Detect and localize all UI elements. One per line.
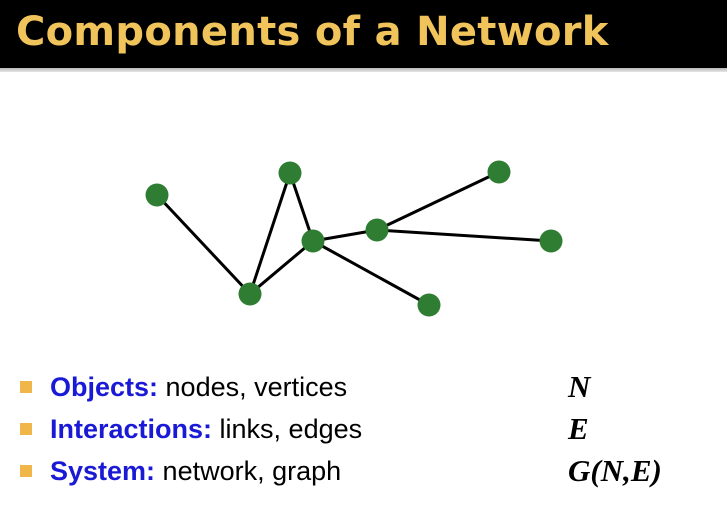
node <box>365 218 389 242</box>
edge-5-7 <box>375 228 553 243</box>
node <box>278 161 302 185</box>
node <box>417 293 441 317</box>
bullet-text: Interactions: links, edges <box>50 408 362 450</box>
node <box>487 160 511 184</box>
edge-1-3 <box>155 193 252 296</box>
square-bullet-icon <box>20 423 32 435</box>
node <box>301 229 325 253</box>
bullet-text: System: network, graph <box>50 450 341 492</box>
math-symbol: N <box>568 369 591 404</box>
edges <box>155 170 553 307</box>
bullet-item-system: System: network, graph G(N,E) <box>20 450 720 492</box>
math-symbol: G(N,E) <box>568 453 662 488</box>
edge-4-8 <box>311 239 431 307</box>
bullet-description: network, graph <box>155 456 342 486</box>
bullet-description: links, edges <box>212 414 363 444</box>
bullet-item-interactions: Interactions: links, edges E <box>20 408 720 450</box>
bullet-text: Objects: nodes, vertices <box>50 366 347 408</box>
bullet-term: Objects: <box>50 372 159 402</box>
square-bullet-icon <box>20 381 32 393</box>
square-bullet-icon <box>20 465 32 477</box>
bullet-description: nodes, vertices <box>158 372 348 402</box>
bullet-term: Interactions: <box>50 414 213 444</box>
bullet-item-objects: Objects: nodes, vertices N <box>20 366 720 408</box>
node <box>238 282 262 306</box>
math-symbol: E <box>568 411 589 446</box>
edge-5-6 <box>375 170 501 232</box>
node <box>145 183 169 207</box>
node <box>539 229 563 253</box>
bullet-term: System: <box>50 456 156 486</box>
bullet-list: Objects: nodes, vertices N Interactions:… <box>20 366 720 492</box>
